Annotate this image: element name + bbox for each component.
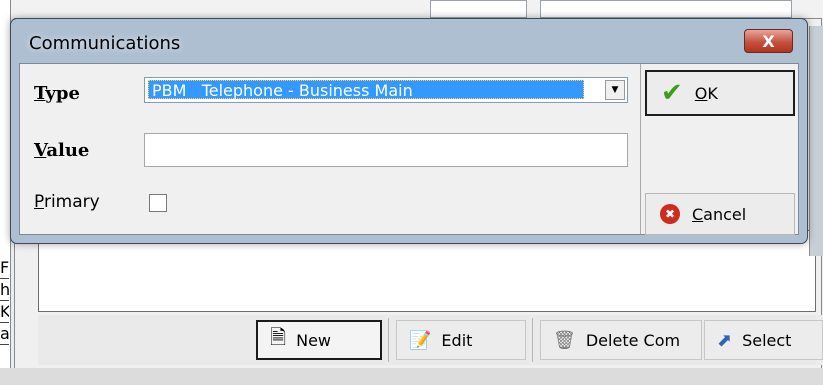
button-column-divider: [640, 64, 641, 234]
background-bottom-strip: [0, 368, 823, 385]
dialog-title: Communications: [29, 33, 181, 54]
value-label: Value: [34, 140, 90, 161]
toolbar-separator: [388, 318, 389, 362]
primary-label: Primary: [34, 192, 100, 212]
type-dropdown[interactable]: PBM Telephone - Business Main ▼: [144, 77, 628, 103]
left-row: h: [0, 280, 9, 301]
background-top-field: [430, 0, 527, 18]
close-button[interactable]: X: [744, 29, 793, 53]
background-right-edge: [809, 26, 823, 256]
type-label: Type: [34, 83, 80, 104]
toolbar-separator: [532, 318, 533, 362]
dropdown-arrow-icon[interactable]: ▼: [605, 80, 625, 100]
trash-icon: 🗑: [553, 329, 576, 351]
value-input[interactable]: [144, 133, 628, 167]
ok-button-label: OK: [694, 83, 718, 103]
new-button[interactable]: 🗎 New: [256, 320, 382, 360]
edit-icon: 📝: [409, 329, 432, 351]
edit-button-label: Edit: [441, 330, 473, 350]
background-top-field: [540, 0, 792, 18]
new-button-label: New: [296, 330, 331, 350]
close-icon: X: [762, 31, 775, 51]
select-button-label: Select: [742, 330, 792, 350]
left-row: Fr: [0, 258, 9, 279]
cancel-button-label: Cancel: [692, 204, 747, 224]
edit-button[interactable]: 📝 Edit: [396, 320, 526, 360]
cursor-icon: ⬈: [717, 329, 733, 351]
cancel-button[interactable]: ✖ Cancel: [645, 193, 795, 235]
document-icon: 🗎: [270, 325, 287, 349]
type-selected-value: PBM Telephone - Business Main: [148, 80, 584, 100]
dialog-title-bar[interactable]: Communications X: [11, 19, 807, 63]
communications-dialog: Communications X Type PBM Telephone - Bu…: [10, 18, 808, 244]
left-row: a: [0, 324, 9, 345]
dialog-body: Type PBM Telephone - Business Main ▼ Val…: [19, 63, 799, 235]
select-button[interactable]: ⬈ Select: [704, 320, 823, 360]
ok-button[interactable]: ✔ OK: [645, 70, 795, 116]
primary-checkbox[interactable]: [149, 194, 167, 212]
cancel-icon: ✖: [660, 204, 680, 224]
delete-button-label: Delete Com: [585, 330, 681, 350]
delete-button[interactable]: 🗑 Delete Com: [540, 320, 702, 360]
checkmark-icon: ✔: [661, 78, 683, 108]
left-row: K: [0, 302, 9, 323]
